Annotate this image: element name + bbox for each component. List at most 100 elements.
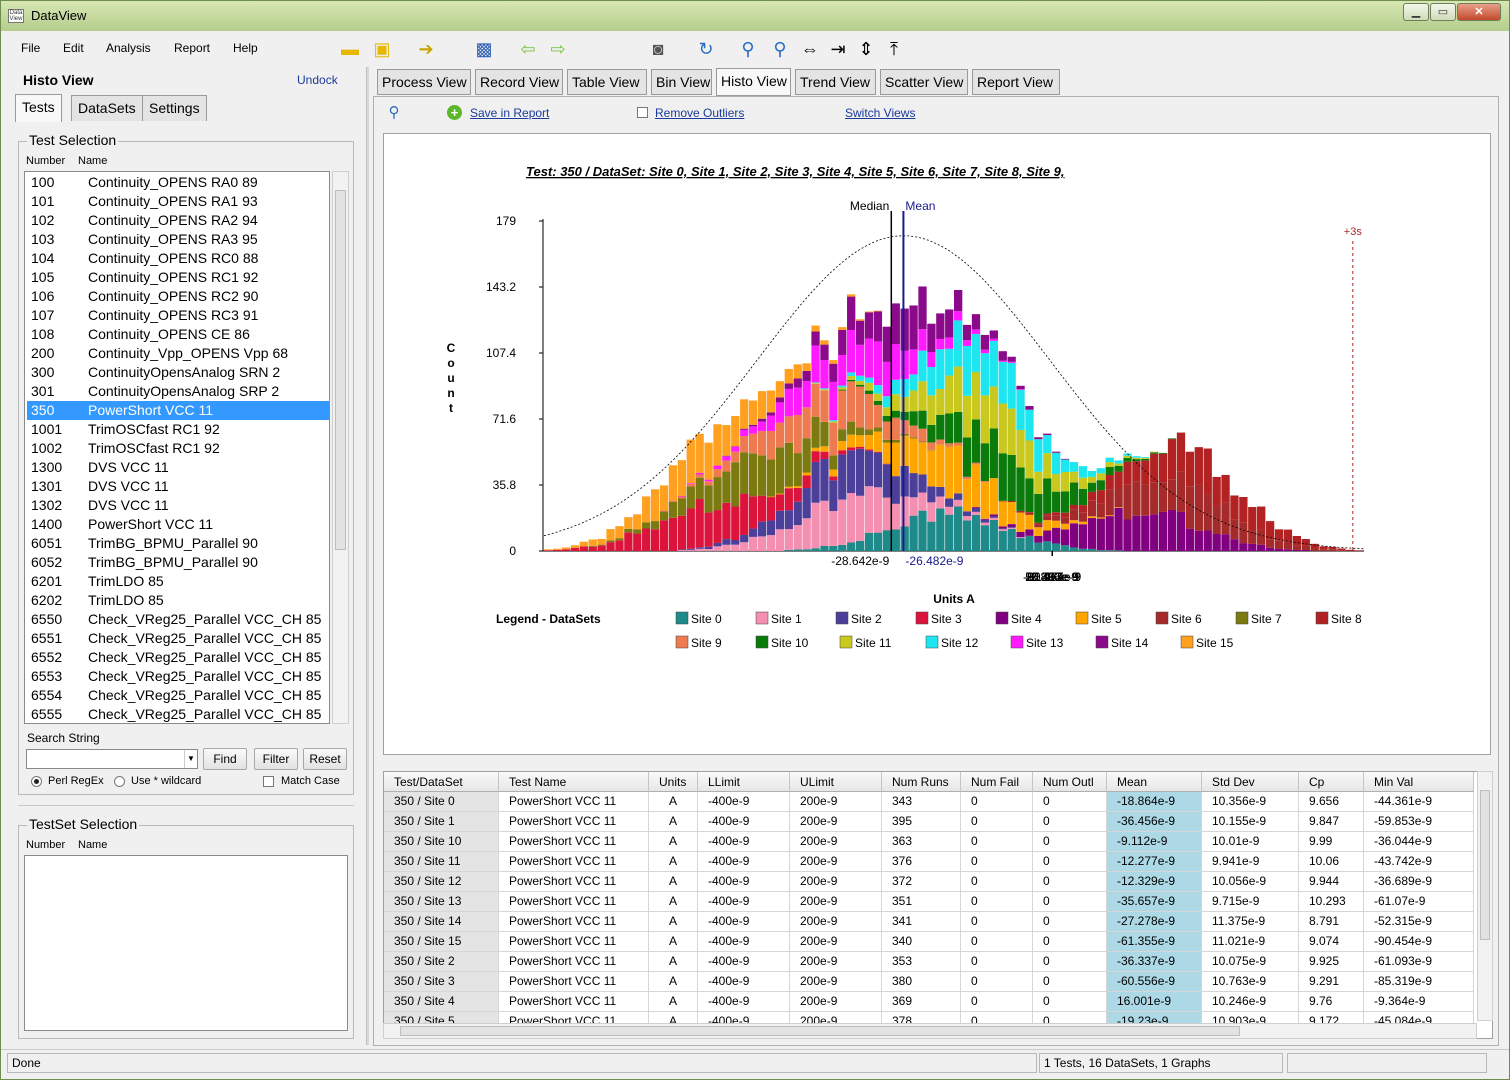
menu-file[interactable]: File bbox=[21, 41, 40, 55]
list-item[interactable]: 1302 DVS VCC 11 bbox=[27, 496, 329, 515]
column-header[interactable]: Std Dev bbox=[1202, 772, 1299, 792]
list-item[interactable]: 350 PowerShort VCC 11 bbox=[27, 401, 329, 420]
import-icon[interactable]: ➔ bbox=[413, 37, 439, 61]
switch-views-link[interactable]: Switch Views bbox=[845, 106, 915, 120]
list-item[interactable]: 1002 TrimOSCfast RC1 92 bbox=[27, 439, 329, 458]
table-hscrollbar[interactable] bbox=[383, 1023, 1477, 1039]
magnifier-icon[interactable]: ⚲ bbox=[381, 101, 407, 125]
column-header[interactable]: Num Outl bbox=[1033, 772, 1107, 792]
column-header[interactable]: Num Fail bbox=[961, 772, 1033, 792]
tab-process-view[interactable]: Process View bbox=[377, 69, 471, 95]
forward-arrow-icon[interactable]: ⇨ bbox=[545, 37, 571, 61]
save-icon[interactable]: ▩ bbox=[471, 37, 497, 61]
test-list-scrollbar[interactable] bbox=[332, 171, 349, 724]
tab-settings[interactable]: Settings bbox=[142, 95, 207, 121]
list-item[interactable]: 1301 DVS VCC 11 bbox=[27, 477, 329, 496]
save-in-report-link[interactable]: Save in Report bbox=[470, 106, 549, 120]
list-item[interactable]: 107 Continuity_OPENS RC3 91 bbox=[27, 306, 329, 325]
find-button[interactable]: Find bbox=[203, 748, 247, 770]
reset-button[interactable]: Reset bbox=[303, 748, 347, 770]
list-item[interactable]: 300 ContinuityOpensAnalog SRN 2 bbox=[27, 363, 329, 382]
remove-outliers-checkbox[interactable] bbox=[637, 107, 648, 118]
minimize-icon[interactable]: ▁ bbox=[1403, 3, 1429, 21]
list-item[interactable]: 6553 Check_VReg25_Parallel VCC_CH 85 bbox=[27, 667, 329, 686]
shrink-vertical-icon[interactable]: ⤒ bbox=[881, 37, 907, 61]
menu-report[interactable]: Report bbox=[174, 41, 210, 55]
table-hscroll-thumb[interactable] bbox=[400, 1026, 1240, 1036]
shrink-horizontal-icon[interactable]: ⇥ bbox=[825, 37, 851, 61]
list-item[interactable]: 100 Continuity_OPENS RA0 89 bbox=[27, 173, 329, 192]
list-item[interactable]: 6051 TrimBG_BPMU_Parallel 90 bbox=[27, 534, 329, 553]
tab-record-view[interactable]: Record View bbox=[475, 69, 563, 95]
table-vscroll-thumb[interactable] bbox=[1480, 790, 1490, 940]
tab-datasets[interactable]: DataSets bbox=[71, 95, 143, 121]
column-header[interactable]: Mean bbox=[1107, 772, 1202, 792]
splitter[interactable] bbox=[18, 805, 354, 806]
back-arrow-icon[interactable]: ⇦ bbox=[515, 37, 541, 61]
menu-edit[interactable]: Edit bbox=[63, 41, 84, 55]
tab-report-view[interactable]: Report View bbox=[972, 69, 1060, 95]
match-case-checkbox[interactable] bbox=[263, 776, 274, 787]
panel-divider[interactable] bbox=[366, 67, 369, 1045]
tab-bin-view[interactable]: Bin View bbox=[651, 69, 712, 95]
wildcard-radio[interactable] bbox=[114, 776, 125, 787]
tab-trend-view[interactable]: Trend View bbox=[795, 69, 876, 95]
column-header[interactable]: Cp bbox=[1299, 772, 1364, 792]
testset-list[interactable] bbox=[24, 855, 348, 1031]
list-item[interactable]: 6555 Check_VReg25_Parallel VCC_CH 85 bbox=[27, 705, 329, 723]
list-item[interactable]: 105 Continuity_OPENS RC1 92 bbox=[27, 268, 329, 287]
column-header[interactable]: Num Runs bbox=[882, 772, 961, 792]
stretch-horizontal-icon[interactable]: ⇔ bbox=[797, 37, 823, 61]
close-icon[interactable]: ✕ bbox=[1457, 3, 1501, 21]
search-input[interactable] bbox=[26, 749, 198, 769]
list-item[interactable]: 6202 TrimLDO 85 bbox=[27, 591, 329, 610]
column-header[interactable]: ULimit bbox=[790, 772, 882, 792]
open-folder-icon[interactable]: ▬ bbox=[337, 37, 363, 61]
list-item[interactable]: 1300 DVS VCC 11 bbox=[27, 458, 329, 477]
table-vscrollbar[interactable] bbox=[1477, 771, 1493, 1021]
list-item[interactable]: 301 ContinuityOpensAnalog SRP 2 bbox=[27, 382, 329, 401]
add-icon[interactable]: + bbox=[447, 105, 462, 120]
list-item[interactable]: 108 Continuity_OPENS CE 86 bbox=[27, 325, 329, 344]
list-item[interactable]: 1001 TrimOSCfast RC1 92 bbox=[27, 420, 329, 439]
chevron-down-icon[interactable]: ▼ bbox=[184, 750, 197, 768]
maximize-icon[interactable]: ▭ bbox=[1430, 3, 1456, 21]
filter-button[interactable]: Filter bbox=[254, 748, 298, 770]
column-header[interactable]: Test Name bbox=[499, 772, 649, 792]
list-item[interactable]: 200 Continuity_Vpp_OPENS Vpp 68 bbox=[27, 344, 329, 363]
tab-tests[interactable]: Tests bbox=[15, 94, 62, 122]
zoom-in-icon[interactable]: ⚲ bbox=[735, 37, 761, 61]
undock-link[interactable]: Undock bbox=[297, 73, 338, 87]
new-folder-icon[interactable]: ▣ bbox=[369, 37, 395, 61]
column-header[interactable]: LLimit bbox=[698, 772, 790, 792]
list-item[interactable]: 6201 TrimLDO 85 bbox=[27, 572, 329, 591]
perl-regex-radio[interactable] bbox=[31, 776, 42, 787]
list-item[interactable]: 1400 PowerShort VCC 11 bbox=[27, 515, 329, 534]
list-item[interactable]: 106 Continuity_OPENS RC2 90 bbox=[27, 287, 329, 306]
column-header[interactable]: Min Val bbox=[1364, 772, 1474, 792]
refresh-icon[interactable]: ↻ bbox=[693, 37, 719, 61]
menu-help[interactable]: Help bbox=[233, 41, 258, 55]
remove-outliers-label[interactable]: Remove Outliers bbox=[655, 106, 744, 120]
list-item[interactable]: 6550 Check_VReg25_Parallel VCC_CH 85 bbox=[27, 610, 329, 629]
zoom-out-icon[interactable]: ⚲ bbox=[767, 37, 793, 61]
column-header[interactable]: Test/DataSet bbox=[384, 772, 499, 792]
list-item[interactable]: 104 Continuity_OPENS RC0 88 bbox=[27, 249, 329, 268]
stretch-vertical-icon[interactable]: ⇕ bbox=[853, 37, 879, 61]
tab-table-view[interactable]: Table View bbox=[567, 69, 647, 95]
list-item[interactable]: 6551 Check_VReg25_Parallel VCC_CH 85 bbox=[27, 629, 329, 648]
menu-analysis[interactable]: Analysis bbox=[106, 41, 151, 55]
scroll-thumb[interactable] bbox=[335, 190, 346, 550]
tab-scatter-view[interactable]: Scatter View bbox=[880, 69, 968, 95]
tab-histo-view[interactable]: Histo View bbox=[716, 68, 791, 96]
list-item[interactable]: 6554 Check_VReg25_Parallel VCC_CH 85 bbox=[27, 686, 329, 705]
list-item[interactable]: 103 Continuity_OPENS RA3 95 bbox=[27, 230, 329, 249]
list-item[interactable]: 6052 TrimBG_BPMU_Parallel 90 bbox=[27, 553, 329, 572]
test-list[interactable]: 100 Continuity_OPENS RA0 89 101 Continuity_… bbox=[24, 171, 330, 724]
list-item[interactable]: 101 Continuity_OPENS RA1 93 bbox=[27, 192, 329, 211]
table-cell: 0 bbox=[1033, 912, 1107, 932]
column-header[interactable]: Units bbox=[649, 772, 698, 792]
list-item[interactable]: 6552 Check_VReg25_Parallel VCC_CH 85 bbox=[27, 648, 329, 667]
camera-icon[interactable]: ◙ bbox=[645, 37, 671, 61]
list-item[interactable]: 102 Continuity_OPENS RA2 94 bbox=[27, 211, 329, 230]
